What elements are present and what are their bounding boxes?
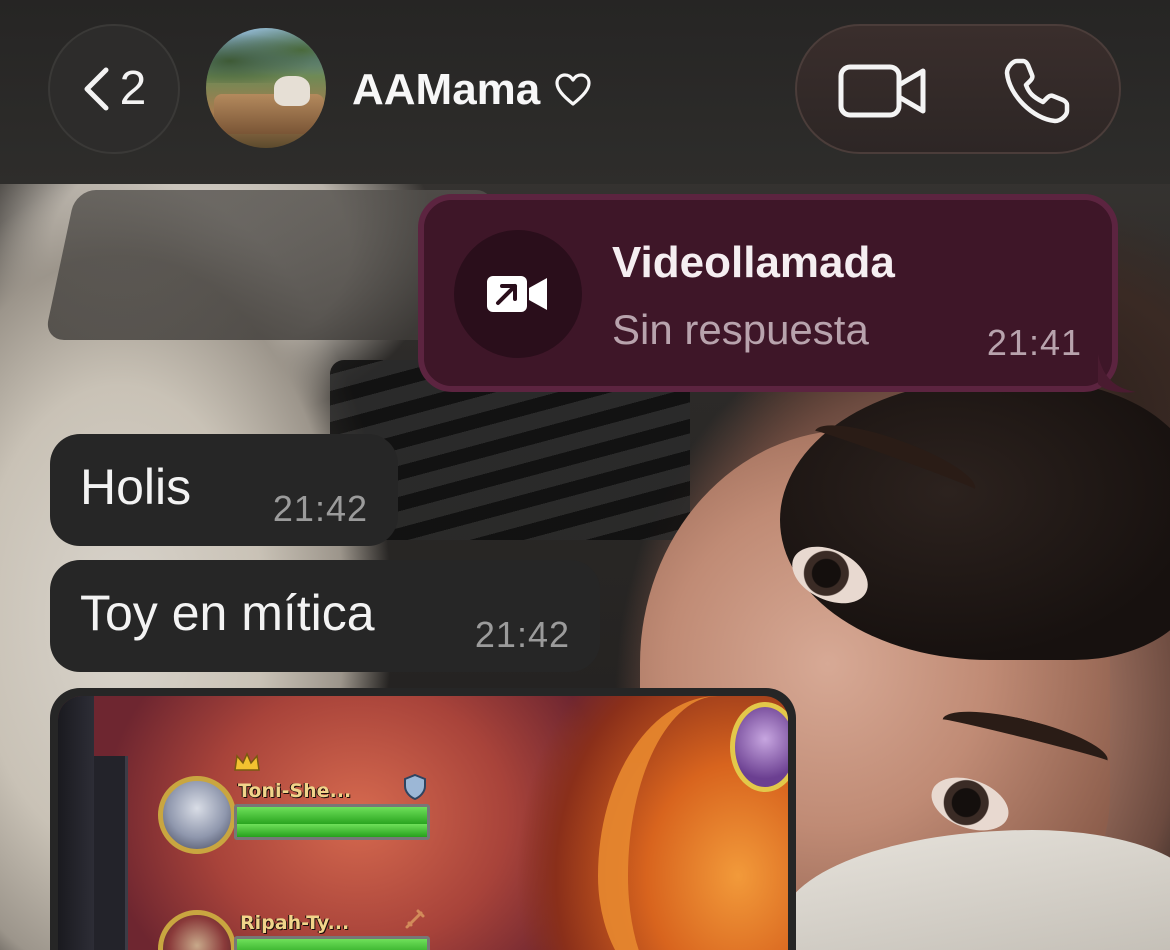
call-title: Videollamada xyxy=(612,238,895,287)
party-member-portrait xyxy=(158,910,236,950)
incoming-image-message[interactable]: Toni-She... Ripah-Ty... xyxy=(50,688,796,950)
message-text: Toy en mítica xyxy=(80,585,375,641)
contact-avatar[interactable] xyxy=(206,28,326,148)
call-icon-circle xyxy=(454,230,582,358)
contact-name-label: AAMama xyxy=(352,65,541,114)
call-actions xyxy=(795,24,1121,154)
outgoing-video-call-icon xyxy=(487,276,547,312)
health-bar-fill xyxy=(237,807,427,825)
phone-icon xyxy=(1004,58,1070,124)
chevron-left-icon xyxy=(84,67,109,111)
health-bar xyxy=(234,936,430,950)
crown-icon xyxy=(234,752,260,771)
incoming-message-bubble[interactable]: Toy en mítica 21:42 xyxy=(50,560,600,672)
resource-bar xyxy=(234,824,430,840)
message-timestamp: 21:42 xyxy=(474,614,570,655)
dps-sword-icon xyxy=(405,909,425,929)
call-status: Sin respuesta xyxy=(612,306,869,353)
video-call-button[interactable] xyxy=(833,56,933,126)
health-bar-fill xyxy=(237,939,427,950)
message-text: Holis xyxy=(80,459,192,515)
tank-shield-icon xyxy=(404,774,426,800)
party-member-portrait xyxy=(158,776,236,854)
voice-call-button[interactable] xyxy=(997,51,1077,131)
video-camera-icon xyxy=(838,64,926,118)
party-member-name: Ripah-Ty... xyxy=(240,912,350,934)
chat-header: 2 AAMama xyxy=(0,0,1170,184)
party-member-name: Toni-She... xyxy=(238,780,352,802)
message-timestamp: 21:41 xyxy=(986,322,1082,363)
contact-name[interactable]: AAMama xyxy=(352,62,592,118)
bubble-tail xyxy=(1098,354,1136,393)
call-message-bubble[interactable]: Videollamada Sin respuesta 21:41 xyxy=(418,194,1136,393)
message-timestamp: 21:42 xyxy=(272,488,368,529)
heart-icon xyxy=(555,73,591,106)
back-button[interactable]: 2 xyxy=(48,24,180,154)
incoming-message-bubble[interactable]: Holis 21:42 xyxy=(50,434,398,546)
game-screenshot-image: Toni-She... Ripah-Ty... xyxy=(58,696,788,950)
unread-count: 2 xyxy=(119,62,147,115)
